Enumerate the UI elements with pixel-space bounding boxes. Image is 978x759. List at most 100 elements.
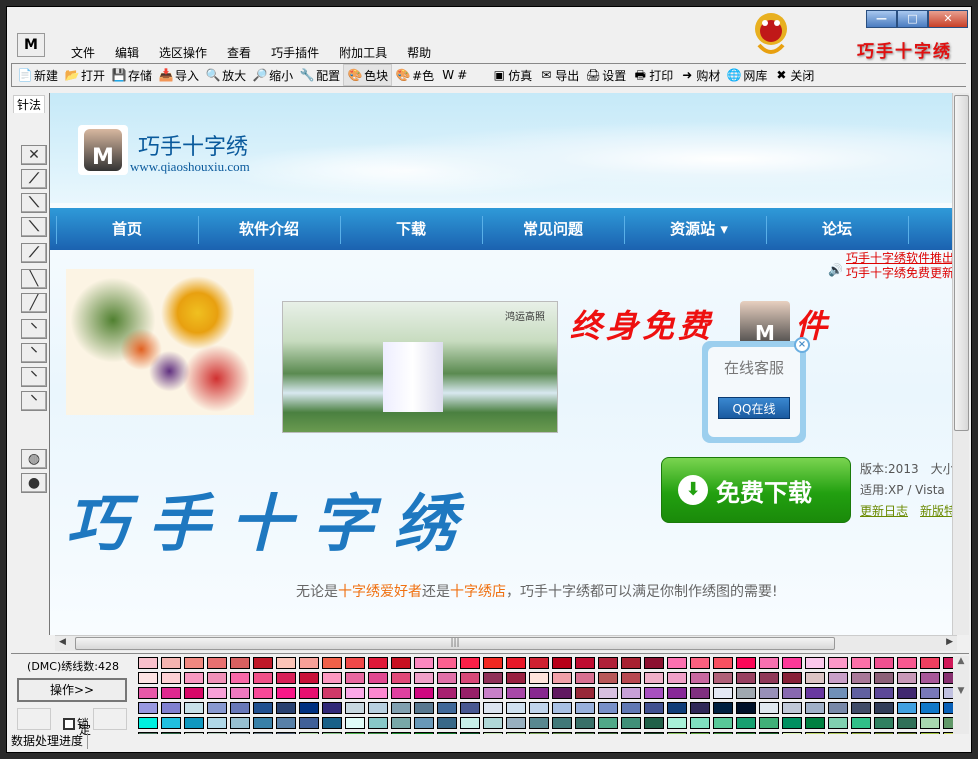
minimize-button[interactable]: — <box>866 10 897 28</box>
color-swatch[interactable] <box>322 702 342 714</box>
nav-item[interactable]: 软件介绍 <box>198 208 340 250</box>
menu-item[interactable]: 文件 <box>61 44 105 62</box>
toolbar-button-0[interactable]: 📄 新建 <box>14 64 61 86</box>
color-swatch[interactable] <box>276 672 296 684</box>
color-swatch[interactable] <box>943 657 953 669</box>
free-download-button[interactable]: ⬇ 免费下载 <box>661 457 851 523</box>
color-swatch[interactable] <box>322 717 342 729</box>
color-swatch[interactable] <box>207 687 227 699</box>
color-swatch[interactable] <box>874 717 894 729</box>
stitch-button[interactable]: ╱ <box>21 293 47 313</box>
vertical-scrollbar[interactable] <box>952 93 969 635</box>
color-swatch[interactable] <box>161 687 181 699</box>
toolbar-button-15[interactable]: 🌐 网库 <box>723 64 770 86</box>
color-swatch[interactable] <box>230 672 250 684</box>
color-swatch[interactable] <box>874 702 894 714</box>
color-swatch[interactable] <box>529 717 549 729</box>
color-swatch[interactable] <box>920 687 940 699</box>
color-swatch[interactable] <box>552 672 572 684</box>
color-swatch[interactable] <box>874 687 894 699</box>
color-swatch[interactable] <box>483 717 503 729</box>
color-swatch[interactable] <box>506 717 526 729</box>
color-swatch[interactable] <box>460 687 480 699</box>
color-swatch[interactable] <box>644 672 664 684</box>
changelog-link[interactable]: 更新日志 <box>860 504 908 518</box>
palette-scrollbar[interactable]: ▲ ▼ <box>953 656 969 734</box>
stitch-button[interactable]: ⸌ <box>21 343 47 363</box>
color-swatch[interactable] <box>667 672 687 684</box>
color-swatch[interactable] <box>667 687 687 699</box>
qq-online-button[interactable]: QQ在线 <box>718 397 790 419</box>
toolbar-button-4[interactable]: 🔍 放大 <box>202 64 249 86</box>
color-swatch[interactable] <box>736 672 756 684</box>
scroll-thumb[interactable]: ||| <box>75 637 835 650</box>
color-swatch[interactable] <box>805 702 825 714</box>
color-swatch[interactable] <box>437 687 457 699</box>
toolbar-button-13[interactable]: 🖶 打印 <box>629 64 676 86</box>
color-swatch[interactable] <box>851 672 871 684</box>
color-swatch[interactable] <box>161 672 181 684</box>
color-swatch[interactable] <box>621 657 641 669</box>
toolbar-button-3[interactable]: 📥 导入 <box>155 64 202 86</box>
color-swatch[interactable] <box>598 657 618 669</box>
color-swatch[interactable] <box>575 702 595 714</box>
color-swatch[interactable] <box>299 672 319 684</box>
color-swatch[interactable] <box>782 657 802 669</box>
toolbar-button-5[interactable]: 🔎 缩小 <box>249 64 296 86</box>
color-swatch[interactable] <box>368 702 388 714</box>
color-swatch[interactable] <box>253 702 273 714</box>
color-swatch[interactable] <box>805 672 825 684</box>
stitch-button[interactable]: ⸌ <box>21 367 47 387</box>
color-swatch[interactable] <box>414 687 434 699</box>
stitch-button[interactable]: ✕ <box>21 145 47 165</box>
color-swatch[interactable] <box>184 702 204 714</box>
color-swatch[interactable] <box>437 672 457 684</box>
menu-item[interactable]: 查看 <box>217 44 261 62</box>
color-swatch[interactable] <box>920 717 940 729</box>
color-swatch[interactable] <box>368 717 388 729</box>
color-swatch[interactable] <box>230 702 250 714</box>
color-swatch[interactable] <box>230 717 250 729</box>
color-swatch[interactable] <box>690 702 710 714</box>
color-swatch[interactable] <box>782 672 802 684</box>
color-swatch[interactable] <box>253 717 273 729</box>
color-swatch[interactable] <box>299 717 319 729</box>
color-swatch[interactable] <box>345 687 365 699</box>
close-icon[interactable]: × <box>794 337 810 353</box>
color-swatch[interactable] <box>184 672 204 684</box>
color-swatch[interactable] <box>828 657 848 669</box>
color-swatch[interactable] <box>713 717 733 729</box>
scroll-thumb[interactable] <box>954 95 969 431</box>
color-swatch[interactable] <box>805 687 825 699</box>
color-swatch[interactable] <box>299 657 319 669</box>
color-swatch[interactable] <box>782 717 802 729</box>
menu-item[interactable]: 附加工具 <box>329 44 397 62</box>
color-swatch[interactable] <box>759 672 779 684</box>
color-swatch[interactable] <box>414 717 434 729</box>
stitch-button[interactable]: ◍ <box>21 449 47 469</box>
color-swatch[interactable] <box>897 657 917 669</box>
color-swatch[interactable] <box>621 687 641 699</box>
color-swatch[interactable] <box>897 702 917 714</box>
color-swatch[interactable] <box>276 657 296 669</box>
nav-item[interactable]: 常见问题 <box>482 208 624 250</box>
color-swatch[interactable] <box>276 687 296 699</box>
color-swatch[interactable] <box>207 702 227 714</box>
color-swatch[interactable] <box>851 717 871 729</box>
color-swatch[interactable] <box>529 657 549 669</box>
color-swatch[interactable] <box>460 717 480 729</box>
toolbar-button-14[interactable]: ➜ 购材 <box>676 64 723 86</box>
color-swatch[interactable] <box>575 672 595 684</box>
color-swatch[interactable] <box>644 702 664 714</box>
toolbar-button-8[interactable]: 🎨 #色 <box>392 64 437 86</box>
color-swatch[interactable] <box>437 657 457 669</box>
stitch-button[interactable]: ⟍ <box>21 193 47 213</box>
nav-item[interactable]: 论坛 <box>766 208 908 250</box>
color-swatch[interactable] <box>299 687 319 699</box>
color-swatch[interactable] <box>483 672 503 684</box>
color-swatch[interactable] <box>598 687 618 699</box>
color-swatch[interactable] <box>506 687 526 699</box>
color-swatch[interactable] <box>667 702 687 714</box>
color-swatch[interactable] <box>368 657 388 669</box>
color-swatch[interactable] <box>782 702 802 714</box>
